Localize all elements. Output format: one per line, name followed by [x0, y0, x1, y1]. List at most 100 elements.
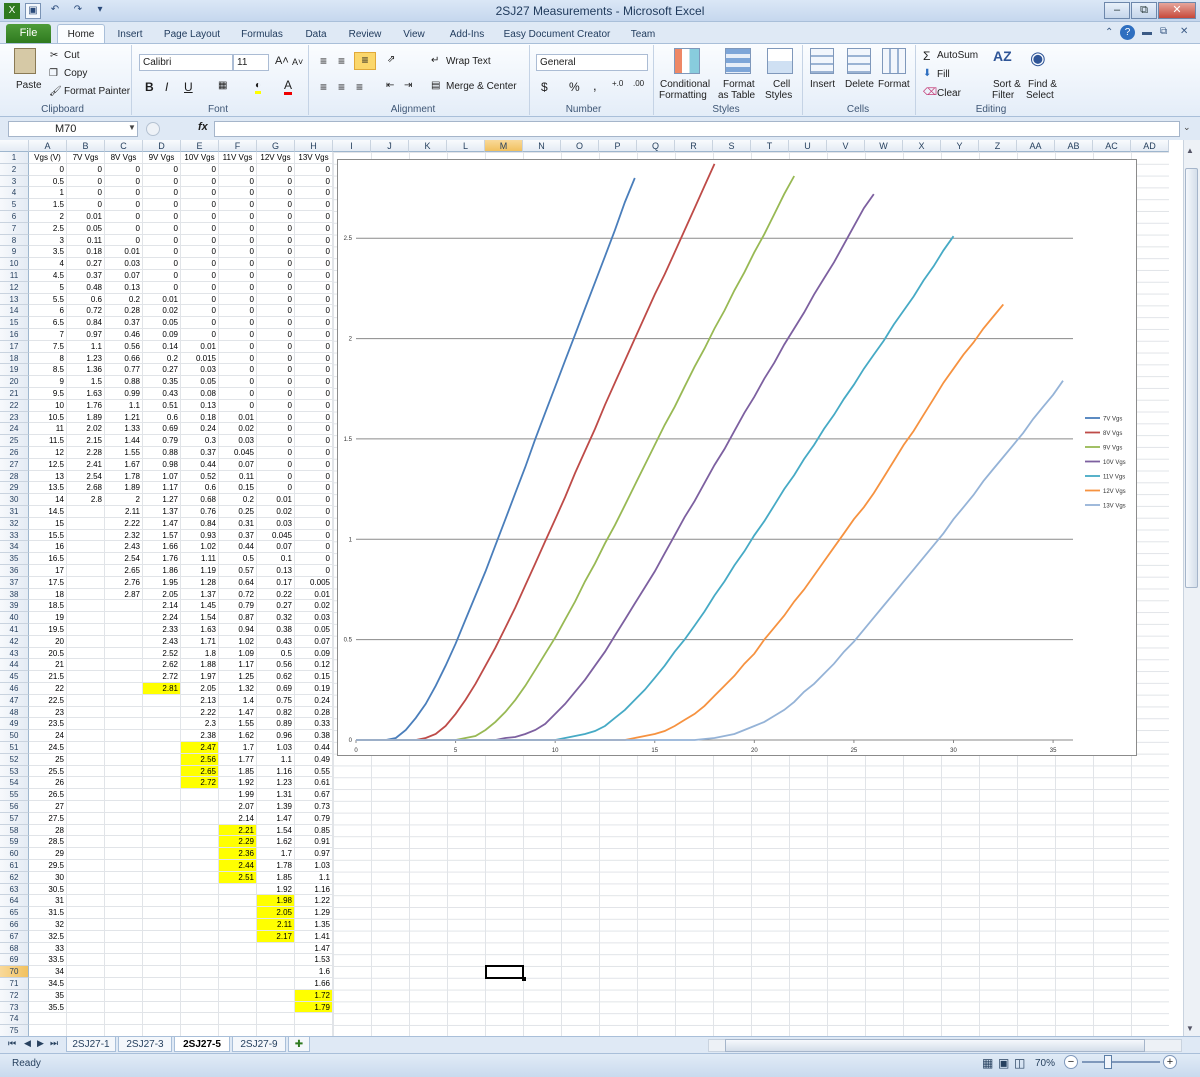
data-cell[interactable]: 0 — [295, 458, 333, 471]
data-cell[interactable]: 2.81 — [143, 683, 181, 695]
data-cell[interactable]: 0 — [295, 187, 333, 200]
column-header-p[interactable]: P — [599, 140, 637, 152]
data-cell[interactable] — [67, 978, 105, 990]
data-cell[interactable]: 1.79 — [295, 1001, 333, 1014]
data-cell[interactable] — [105, 919, 143, 931]
data-cell[interactable]: 1.17 — [143, 482, 181, 495]
data-cell[interactable]: 0.02 — [143, 305, 181, 318]
data-cell[interactable]: 2.65 — [105, 565, 143, 577]
data-cell[interactable]: 0 — [219, 293, 257, 306]
data-cell[interactable]: 0 — [219, 329, 257, 341]
data-cell[interactable]: 33 — [29, 942, 67, 955]
data-cell[interactable]: 1.17 — [219, 659, 257, 672]
data-cell[interactable]: 0 — [219, 246, 257, 259]
empty-cell[interactable] — [143, 1025, 181, 1036]
data-cell[interactable]: 7 — [29, 329, 67, 341]
row-header[interactable]: 18 — [0, 352, 29, 365]
data-cell[interactable]: 0.15 — [295, 671, 333, 683]
data-cell[interactable]: 2.43 — [143, 635, 181, 648]
tab-data[interactable]: Data — [302, 25, 330, 44]
data-cell[interactable]: 0.66 — [105, 352, 143, 365]
row-header[interactable]: 66 — [0, 919, 29, 931]
column-header-b[interactable]: B — [67, 140, 105, 152]
wrap-text-icon[interactable]: ↵ — [431, 55, 439, 66]
tab-review[interactable]: Review — [346, 25, 384, 44]
data-cell[interactable]: 0 — [257, 364, 295, 377]
data-cell[interactable] — [181, 942, 219, 955]
data-cell[interactable]: 30 — [29, 871, 67, 884]
row-header[interactable]: 28 — [0, 470, 29, 483]
row-header[interactable]: 75 — [0, 1025, 29, 1036]
data-cell[interactable]: 0 — [219, 305, 257, 318]
autosum-button[interactable]: AutoSum — [937, 50, 978, 61]
align-middle-icon[interactable]: ≡ — [338, 54, 345, 68]
data-cell[interactable]: 1.62 — [219, 730, 257, 742]
data-cell[interactable]: 0.35 — [143, 376, 181, 388]
data-cell[interactable] — [67, 824, 105, 837]
data-cell[interactable] — [67, 777, 105, 790]
data-cell[interactable]: 0.44 — [181, 458, 219, 471]
data-cell[interactable] — [143, 1001, 181, 1014]
data-cell[interactable]: 1.99 — [219, 789, 257, 801]
data-cell[interactable]: 0 — [257, 458, 295, 471]
data-cell[interactable] — [105, 812, 143, 825]
data-cell[interactable]: 1.36 — [67, 364, 105, 377]
empty-cell[interactable] — [105, 1013, 143, 1026]
column-header-j[interactable]: J — [371, 140, 409, 152]
data-cell[interactable]: 1 — [29, 187, 67, 200]
row-header[interactable]: 57 — [0, 812, 29, 825]
font-size-select[interactable]: 11 — [233, 54, 269, 71]
data-cell[interactable] — [143, 753, 181, 766]
data-cell[interactable]: 0.33 — [295, 718, 333, 731]
autosum-icon[interactable]: Σ — [923, 49, 930, 63]
fill-color-icon[interactable]: ◐ — [255, 80, 262, 94]
data-cell[interactable]: 1.19 — [181, 565, 219, 577]
row-header[interactable]: 47 — [0, 694, 29, 707]
data-cell[interactable]: 0 — [181, 199, 219, 211]
data-cell[interactable]: 0.68 — [181, 494, 219, 506]
data-cell[interactable]: 0 — [295, 423, 333, 436]
data-cell[interactable]: 2.15 — [67, 435, 105, 447]
data-cell[interactable]: 0.28 — [105, 305, 143, 318]
data-cell[interactable]: 25.5 — [29, 765, 67, 778]
data-cell[interactable]: 21 — [29, 659, 67, 672]
data-cell[interactable]: 1.44 — [105, 435, 143, 447]
data-cell[interactable]: 0.73 — [295, 801, 333, 813]
data-cell[interactable]: 0 — [295, 246, 333, 259]
data-cell[interactable]: 0 — [67, 163, 105, 176]
data-cell[interactable]: 30.5 — [29, 883, 67, 896]
data-cell[interactable]: 12.5 — [29, 458, 67, 471]
data-cell[interactable]: 22.5 — [29, 694, 67, 707]
data-cell[interactable]: 0.045 — [219, 447, 257, 459]
data-cell[interactable]: 2.21 — [219, 824, 257, 837]
data-cell[interactable]: 0.02 — [295, 600, 333, 613]
data-cell[interactable]: 0 — [257, 222, 295, 235]
data-cell[interactable]: 0 — [257, 293, 295, 306]
data-cell[interactable] — [105, 966, 143, 978]
data-cell[interactable]: 0.13 — [257, 565, 295, 577]
data-cell[interactable]: 0.79 — [143, 435, 181, 447]
data-cell[interactable]: 0.5 — [219, 553, 257, 565]
data-cell[interactable]: 0 — [105, 234, 143, 247]
row-header[interactable]: 49 — [0, 718, 29, 731]
data-cell[interactable]: 0 — [257, 187, 295, 200]
data-cell[interactable]: 2.29 — [219, 836, 257, 849]
row-header[interactable]: 5 — [0, 199, 29, 211]
first-sheet-icon[interactable]: ⏮ — [8, 1038, 16, 1049]
data-cell[interactable]: 16.5 — [29, 553, 67, 565]
data-cell[interactable]: 15.5 — [29, 529, 67, 542]
delete-cells-icon[interactable] — [847, 48, 871, 74]
row-header[interactable]: 6 — [0, 211, 29, 223]
data-cell[interactable]: 12 — [29, 447, 67, 459]
data-cell[interactable]: 0.18 — [181, 411, 219, 424]
merge-center-button[interactable]: Merge & Center — [446, 81, 517, 92]
column-header-f[interactable]: F — [219, 140, 257, 152]
data-cell[interactable]: 0.13 — [181, 399, 219, 412]
page-break-view-icon[interactable]: ◫ — [1014, 1056, 1025, 1070]
data-cell[interactable] — [143, 694, 181, 707]
data-cell[interactable]: 0 — [257, 258, 295, 270]
column-header-n[interactable]: N — [523, 140, 561, 152]
workbook-close-icon[interactable]: ✕ — [1180, 26, 1188, 37]
row-header[interactable]: 60 — [0, 848, 29, 860]
data-cell[interactable] — [181, 930, 219, 943]
